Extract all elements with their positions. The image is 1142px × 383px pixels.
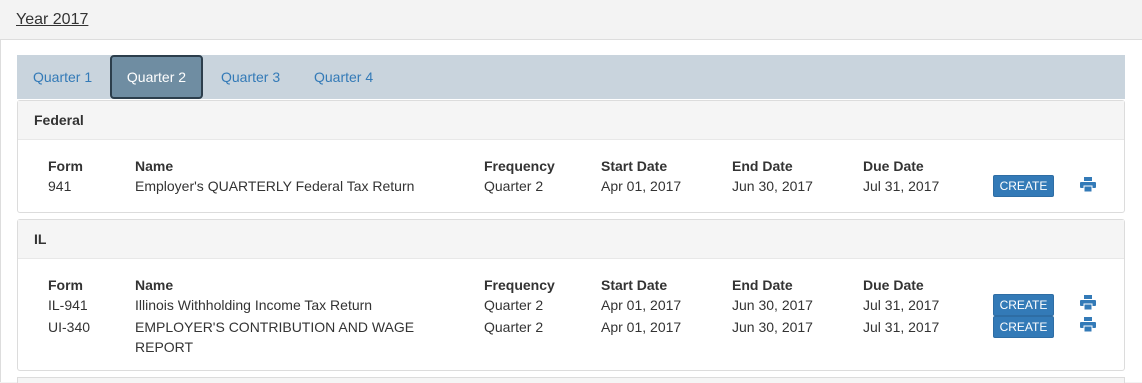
row-name: Employer's QUARTERLY Federal Tax Return (135, 178, 415, 194)
tab-quarter-1[interactable]: Quarter 1 (33, 55, 92, 99)
row-frequency: Quarter 2 (484, 319, 544, 335)
row-form: IL-941 (48, 297, 88, 313)
section-federal: Federal Form Name Frequency Start Date E… (17, 100, 1125, 213)
row-form: 941 (48, 178, 72, 194)
row-start-date: Apr 01, 2017 (601, 319, 682, 335)
row-frequency: Quarter 2 (484, 297, 544, 313)
create-button[interactable]: CREATE (993, 316, 1054, 338)
create-button[interactable]: CREATE (993, 294, 1054, 316)
row-end-date: Jun 30, 2017 (732, 178, 813, 194)
row-start-date: Apr 01, 2017 (601, 178, 682, 194)
tab-quarter-4[interactable]: Quarter 4 (314, 55, 373, 99)
year-title[interactable]: Year 2017 (16, 11, 88, 29)
section-title: IL (18, 220, 1124, 259)
row-name-continued: REPORT (135, 339, 194, 355)
row-end-date: Jun 30, 2017 (732, 319, 813, 335)
year-header: Year 2017 (0, 0, 1142, 40)
printer-icon[interactable] (1080, 317, 1096, 332)
col-frequency-header: Frequency (484, 158, 555, 174)
col-end-header: End Date (732, 277, 793, 293)
create-button[interactable]: CREATE (993, 175, 1054, 197)
row-end-date: Jun 30, 2017 (732, 297, 813, 313)
row-start-date: Apr 01, 2017 (601, 297, 682, 313)
col-start-header: Start Date (601, 158, 668, 174)
row-due-date: Jul 31, 2017 (863, 319, 940, 335)
col-due-header: Due Date (863, 158, 924, 174)
next-section-edge (17, 377, 1125, 383)
quarter-tabs: Quarter 1 Quarter 2 Quarter 3 Quarter 4 (17, 55, 1125, 99)
col-frequency-header: Frequency (484, 277, 555, 293)
row-form: UI-340 (48, 319, 91, 335)
row-name: Illinois Withholding Income Tax Return (135, 297, 373, 313)
tab-quarter-2[interactable]: Quarter 2 (110, 55, 203, 99)
row-due-date: Jul 31, 2017 (863, 297, 940, 313)
tab-quarter-3[interactable]: Quarter 3 (221, 55, 280, 99)
printer-icon[interactable] (1080, 295, 1096, 310)
printer-icon[interactable] (1080, 177, 1096, 192)
col-end-header: End Date (732, 158, 793, 174)
col-form-header: Form (48, 158, 83, 174)
row-frequency: Quarter 2 (484, 178, 544, 194)
row-name: EMPLOYER'S CONTRIBUTION AND WAGE (135, 319, 415, 335)
col-form-header: Form (48, 277, 83, 293)
section-il: IL Form Name Frequency Start Date End Da… (17, 219, 1125, 371)
section-title: Federal (18, 101, 1124, 140)
row-due-date: Jul 31, 2017 (863, 178, 940, 194)
col-name-header: Name (135, 277, 174, 293)
col-start-header: Start Date (601, 277, 668, 293)
col-name-header: Name (135, 158, 174, 174)
main-content: Quarter 1 Quarter 2 Quarter 3 Quarter 4 … (0, 40, 1142, 383)
col-due-header: Due Date (863, 277, 924, 293)
